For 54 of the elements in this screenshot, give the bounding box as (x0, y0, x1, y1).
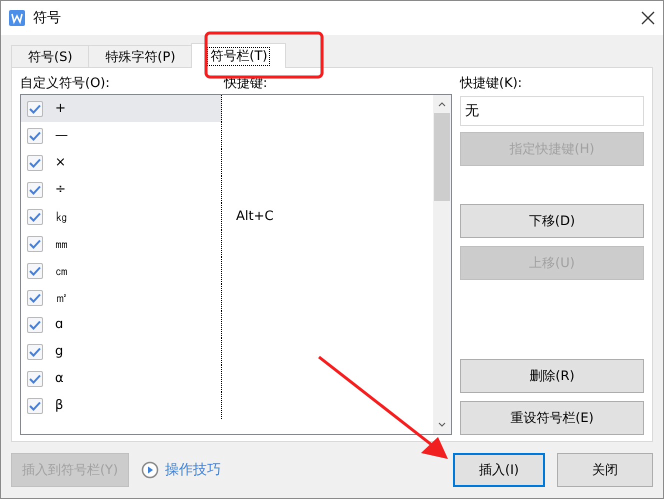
scroll-thumb[interactable] (434, 113, 450, 201)
checkbox[interactable] (27, 236, 43, 252)
shortcut-text: Alt+C (235, 209, 274, 224)
checkbox[interactable] (27, 316, 43, 332)
insert-button[interactable]: 插入(I) (453, 453, 545, 487)
shortcut-label: 快捷键(K): (460, 75, 524, 93)
close-icon[interactable] (641, 11, 655, 25)
symbol-text: ɑ (55, 317, 64, 332)
list-row[interactable]: α (21, 365, 433, 392)
checkbox[interactable] (27, 370, 43, 386)
list-row[interactable]: g (21, 338, 433, 365)
symbol-text: ㎏ (55, 208, 68, 226)
symbol-text: β (55, 398, 64, 413)
list-row[interactable]: ㎜ (21, 230, 433, 257)
symbol-text: ㎝ (55, 262, 68, 280)
shortcut-field[interactable]: 无 (460, 96, 644, 126)
checkbox[interactable] (27, 100, 43, 116)
list-row[interactable]: ÷ (21, 176, 433, 203)
list-row[interactable]: ㎡ (21, 284, 433, 311)
symbol-text: ㎜ (55, 236, 68, 252)
action-button[interactable]: 删除(R) (460, 359, 644, 393)
checkbox[interactable] (27, 344, 43, 360)
checkbox[interactable] (27, 154, 43, 170)
checkbox[interactable] (27, 262, 43, 278)
tips-link[interactable]: 操作技巧 (165, 461, 221, 479)
symbol-text: + (55, 101, 66, 116)
symbol-text: × (55, 155, 66, 170)
window-title: 符号 (33, 9, 62, 27)
symbol-text: ÷ (55, 182, 66, 197)
action-button[interactable]: 下移(D) (460, 204, 644, 238)
checkbox[interactable] (27, 398, 43, 414)
list-row[interactable]: ɑ (21, 311, 433, 338)
symbol-text: α (55, 371, 64, 386)
app-icon (9, 10, 25, 26)
checkbox[interactable] (27, 208, 43, 224)
list-row[interactable]: ㎏ Alt+C (21, 203, 433, 230)
symbol-text: ㎡ (55, 290, 68, 306)
list-row[interactable]: — (21, 122, 433, 149)
action-button[interactable]: 重设符号栏(E) (460, 401, 644, 435)
close-button[interactable]: 关闭 (557, 453, 653, 487)
list-row[interactable]: ㎝ (21, 257, 433, 284)
checkbox[interactable] (27, 128, 43, 144)
list-row[interactable]: β (21, 392, 433, 419)
checkbox[interactable] (27, 290, 43, 306)
list-label: 自定义符号(O): (20, 75, 111, 93)
tab[interactable]: 符号栏(T) (191, 43, 286, 68)
tab[interactable]: 符号(S) (11, 45, 90, 67)
scrollbar[interactable] (433, 95, 451, 434)
list-row[interactable]: + (21, 95, 433, 122)
symbol-text: g (55, 344, 64, 359)
symbol-text: — (55, 128, 68, 143)
play-icon[interactable] (141, 461, 159, 479)
list-row[interactable]: × (21, 149, 433, 176)
checkbox[interactable] (27, 182, 43, 198)
